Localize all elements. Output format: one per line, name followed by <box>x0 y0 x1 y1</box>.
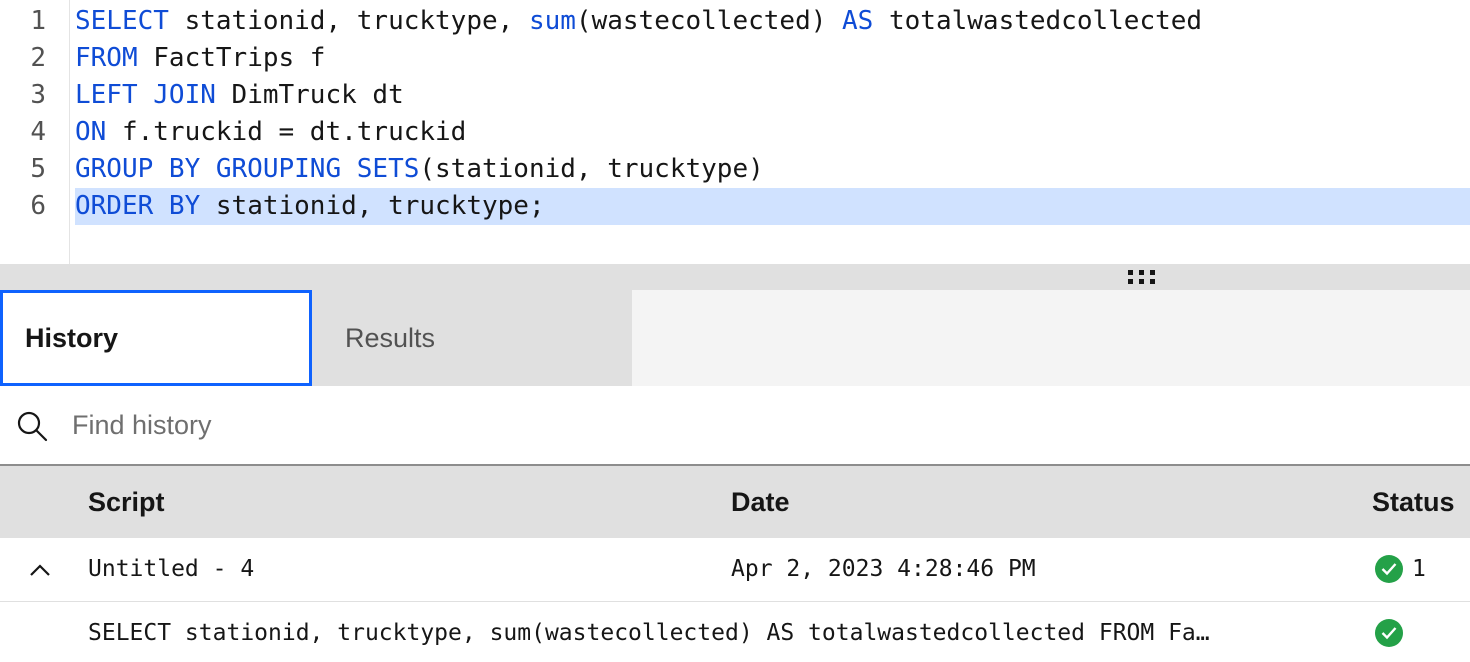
code-line[interactable]: 6 ORDER BY stationid, trucktype; <box>0 188 1470 225</box>
chevron-up-icon[interactable] <box>28 558 52 582</box>
script-query-text: SELECT stationid, trucktype, sum(wasteco… <box>88 620 1210 646</box>
sql-text: (wastecollected) <box>575 6 843 36</box>
sql-text: stationid, trucktype, <box>168 6 529 36</box>
code-text[interactable]: ON f.truckid = dt.truckid <box>75 114 1470 151</box>
sql-text: DimTruck dt <box>215 80 404 110</box>
script-name: Untitled - 4 <box>88 556 255 582</box>
code-line[interactable]: 5 GROUP BY GROUPING SETS(stationid, truck… <box>0 151 1470 188</box>
sql-text: (stationid, trucktype) <box>419 154 764 184</box>
checkmark-filled-icon <box>1375 555 1403 583</box>
history-search <box>0 386 1470 466</box>
sql-editor[interactable]: 1 SELECT stationid, trucktype, sum(wastec… <box>0 0 1470 264</box>
sql-text: stationid, trucktype; <box>200 191 545 221</box>
code-text[interactable]: GROUP BY GROUPING SETS(stationid, truckt… <box>75 151 1470 188</box>
run-date: Apr 2, 2023 4:28:46 PM <box>731 556 1036 582</box>
table-row-group[interactable]: Untitled - 4 Apr 2, 2023 4:28:46 PM 1 <box>0 538 1470 602</box>
code-text[interactable]: SELECT stationid, trucktype, sum(wasteco… <box>75 3 1470 40</box>
checkmark-filled-icon <box>1375 619 1403 647</box>
sql-keyword: GROUP BY GROUPING SETS <box>75 154 420 184</box>
sql-keyword: FROM <box>75 43 138 73</box>
code-text[interactable]: LEFT JOIN DimTruck dt <box>75 77 1470 114</box>
tab-results[interactable]: Results <box>312 290 632 386</box>
panel-splitter[interactable] <box>0 264 1470 290</box>
sql-keyword: AS <box>842 6 874 36</box>
line-number: 2 <box>30 43 46 73</box>
status-count: 1 <box>1412 556 1426 582</box>
sql-keyword: ORDER BY <box>75 191 201 221</box>
sql-keyword: ON <box>75 117 107 147</box>
search-icon <box>17 411 48 442</box>
code-text[interactable]: FROM FactTrips f <box>75 40 1470 77</box>
sql-text: totalwastedcollected <box>873 6 1203 36</box>
column-header-date[interactable]: Date <box>731 466 790 538</box>
code-line[interactable]: 1 SELECT stationid, trucktype, sum(wastec… <box>0 3 1470 40</box>
line-number: 1 <box>30 6 46 36</box>
bottom-panel-tabs: History Results <box>0 290 1470 386</box>
line-number: 3 <box>30 80 46 110</box>
sql-function: sum <box>528 6 576 36</box>
tab-history[interactable]: History <box>0 290 312 386</box>
table-row[interactable]: SELECT stationid, trucktype, sum(wasteco… <box>0 602 1470 662</box>
column-header-script[interactable]: Script <box>88 466 165 538</box>
table-header: Script Date Status <box>0 466 1470 538</box>
line-number: 5 <box>30 154 46 184</box>
sql-keyword: LEFT JOIN <box>75 80 216 110</box>
search-input[interactable] <box>60 386 1460 464</box>
code-line[interactable]: 4 ON f.truckid = dt.truckid <box>0 114 1470 151</box>
sql-keyword: SELECT <box>75 6 169 36</box>
line-number: 4 <box>30 117 46 147</box>
code-text[interactable]: ORDER BY stationid, trucktype; <box>75 188 1470 225</box>
line-number: 6 <box>30 191 46 221</box>
sql-text: f.truckid = dt.truckid <box>106 117 467 147</box>
code-line[interactable]: 3 LEFT JOIN DimTruck dt <box>0 77 1470 114</box>
code-line[interactable]: 2 FROM FactTrips f <box>0 40 1470 77</box>
sql-text: FactTrips f <box>137 43 326 73</box>
drag-handle-icon[interactable] <box>1128 270 1156 284</box>
column-header-status[interactable]: Status <box>1372 466 1455 538</box>
